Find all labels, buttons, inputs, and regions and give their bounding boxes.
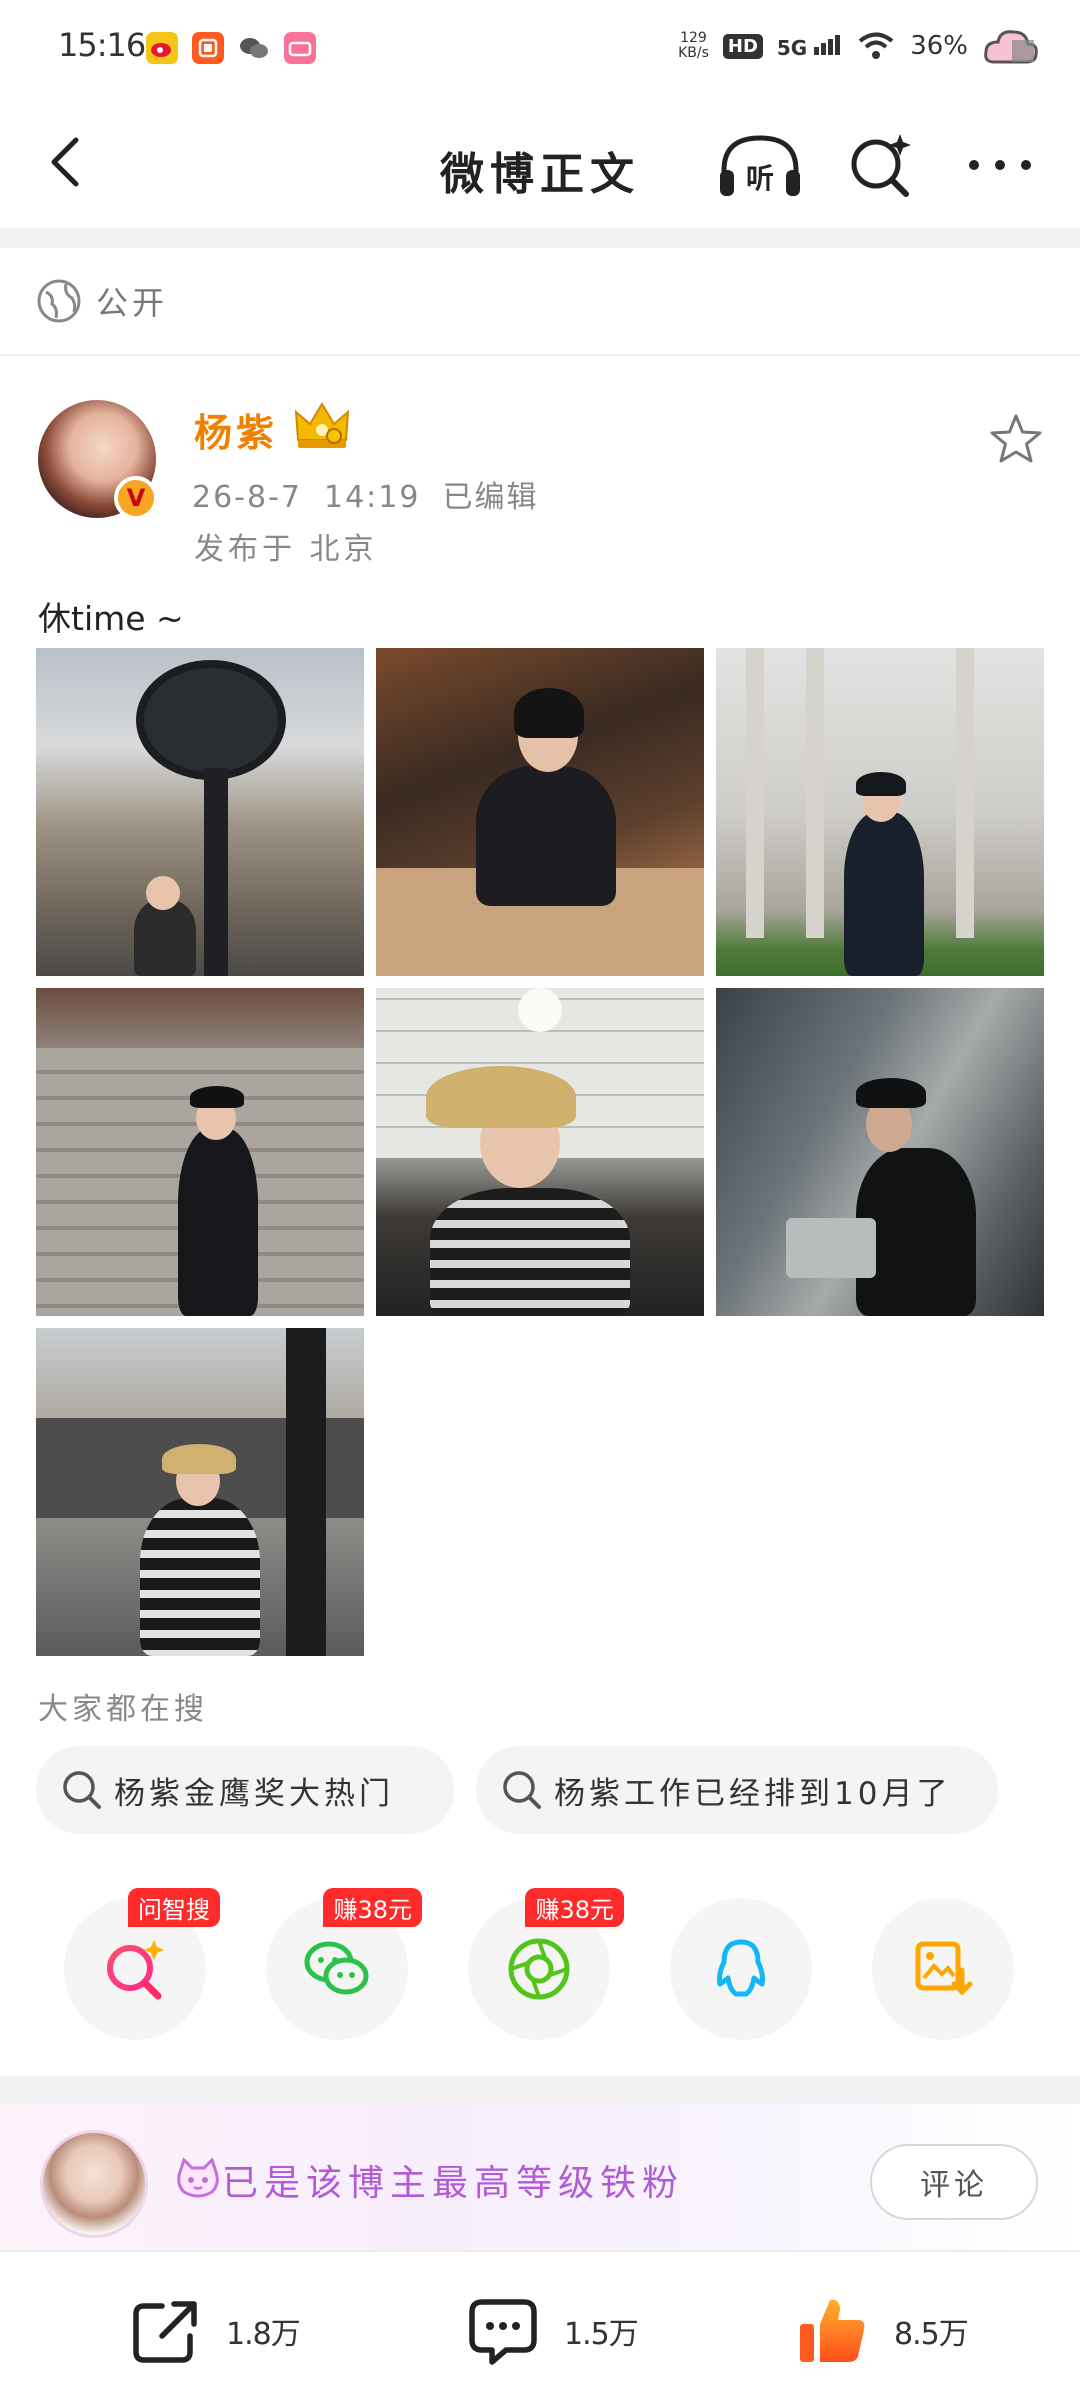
like-button[interactable]: 8.5万 [794, 2292, 969, 2370]
hd-indicator: HD [722, 33, 763, 59]
ai-search-icon [107, 1940, 164, 2000]
like-count: 8.5万 [894, 2317, 969, 2352]
wechat-app-icon [238, 32, 270, 64]
status-right: 129 KB/s HD 5G 36% [678, 26, 1040, 66]
share-wechat-button[interactable]: 赚38元 [266, 1888, 422, 2040]
search-icon [503, 1771, 541, 1809]
like-thumb-icon [800, 2299, 865, 2362]
nav-bar: 微博正文 听 [0, 100, 1080, 228]
share-badge: 赚38元 [525, 1888, 624, 1927]
comment-icon [469, 2299, 537, 2365]
repost-count: 1.8万 [226, 2317, 301, 2352]
post-image-7[interactable] [36, 1328, 364, 1656]
comment-button[interactable]: 评论 [870, 2144, 1038, 2220]
save-image-button[interactable] [872, 1898, 1014, 2040]
ai-search-icon[interactable] [844, 128, 916, 200]
wechat-icon [304, 1941, 369, 1995]
share-ai-search-button[interactable]: 问智搜 [64, 1888, 220, 2040]
listen-label: 听 [746, 162, 774, 195]
repost-button[interactable]: 1.8万 [126, 2292, 301, 2370]
fan-level-text: 已是该博主最高等级铁粉 [222, 2163, 685, 2204]
post-image-2[interactable] [376, 648, 704, 976]
status-time: 15:16 [58, 26, 146, 64]
weibo-app-icon [146, 32, 178, 64]
search-chip-1[interactable]: 杨紫金鹰奖大热门 [36, 1746, 454, 1834]
moments-icon [508, 1938, 570, 2000]
weibo-post-detail: 15:16 129 KB/s HD 5G 36% 微博正文 听 公开 V 杨紫 … [0, 0, 1080, 2408]
comments-button[interactable]: 1.5万 [464, 2292, 639, 2370]
post-text: 休time ~ [38, 599, 184, 638]
divider [0, 2076, 1080, 2104]
listen-headphone-icon[interactable]: 听 [716, 130, 804, 202]
post-meta: 26-8-7 14:19 已编辑 [192, 472, 560, 516]
post-time: 14:19 [324, 480, 421, 515]
share-moments-button[interactable]: 赚38元 [468, 1888, 624, 2040]
post-image-1[interactable] [36, 648, 364, 976]
divider [0, 228, 1080, 248]
post-location: 发布于 北京 [194, 532, 378, 567]
status-app-icons [146, 32, 316, 64]
post-image-3[interactable] [716, 648, 1044, 976]
verified-badge: V [114, 476, 158, 520]
fan-status-row: 已是该博主最高等级铁粉 评论 [0, 2104, 1080, 2250]
signal-icon [814, 34, 841, 55]
status-bar: 15:16 129 KB/s HD 5G 36% [0, 0, 1080, 100]
vip-crown-icon [294, 402, 350, 448]
comment-count: 1.5万 [564, 2317, 639, 2352]
more-options-icon[interactable] [960, 150, 1040, 180]
street-clock-icon [136, 660, 286, 780]
network-speed: 129 KB/s [678, 30, 709, 61]
visibility-label: 公开 [96, 284, 169, 322]
post-image-5[interactable] [376, 988, 704, 1316]
wifi-icon [858, 32, 894, 59]
save-image-icon [915, 1941, 973, 1996]
trending-search-title: 大家都在搜 [38, 1692, 208, 1727]
search-chip-label: 杨紫工作已经排到10月了 [554, 1775, 952, 1812]
page-title: 微博正文 [440, 149, 640, 200]
bottom-action-bar: 1.8万 1.5万 8.5万 [0, 2250, 1080, 2408]
search-icon [63, 1771, 101, 1809]
post-image-6[interactable] [716, 988, 1044, 1316]
network-5g-indicator: 5G [777, 33, 842, 60]
author-name[interactable]: 杨紫 [194, 402, 278, 457]
edited-label: 已编辑 [442, 480, 539, 515]
post-image-4[interactable] [36, 988, 364, 1316]
post-date: 26-8-7 [192, 480, 302, 515]
repost-icon [133, 2301, 197, 2363]
search-chip-label: 杨紫金鹰奖大热门 [114, 1775, 394, 1812]
qq-icon [717, 1939, 765, 1997]
fan-avatar[interactable] [40, 2130, 148, 2238]
share-badge: 问智搜 [128, 1888, 220, 1927]
fan-badge-icon [177, 2157, 219, 2198]
share-badge: 赚38元 [323, 1888, 422, 1927]
battery-level: 36% [910, 31, 968, 61]
share-qq-button[interactable] [670, 1898, 812, 2040]
battery-cloud-icon [984, 30, 1038, 64]
globe-icon [37, 279, 81, 323]
app-red-icon [192, 32, 224, 64]
bilibili-app-icon [284, 32, 316, 64]
favorite-star-icon[interactable] [988, 412, 1044, 468]
search-chip-2[interactable]: 杨紫工作已经排到10月了 [476, 1746, 998, 1834]
visibility-row: 公开 [0, 248, 1080, 356]
